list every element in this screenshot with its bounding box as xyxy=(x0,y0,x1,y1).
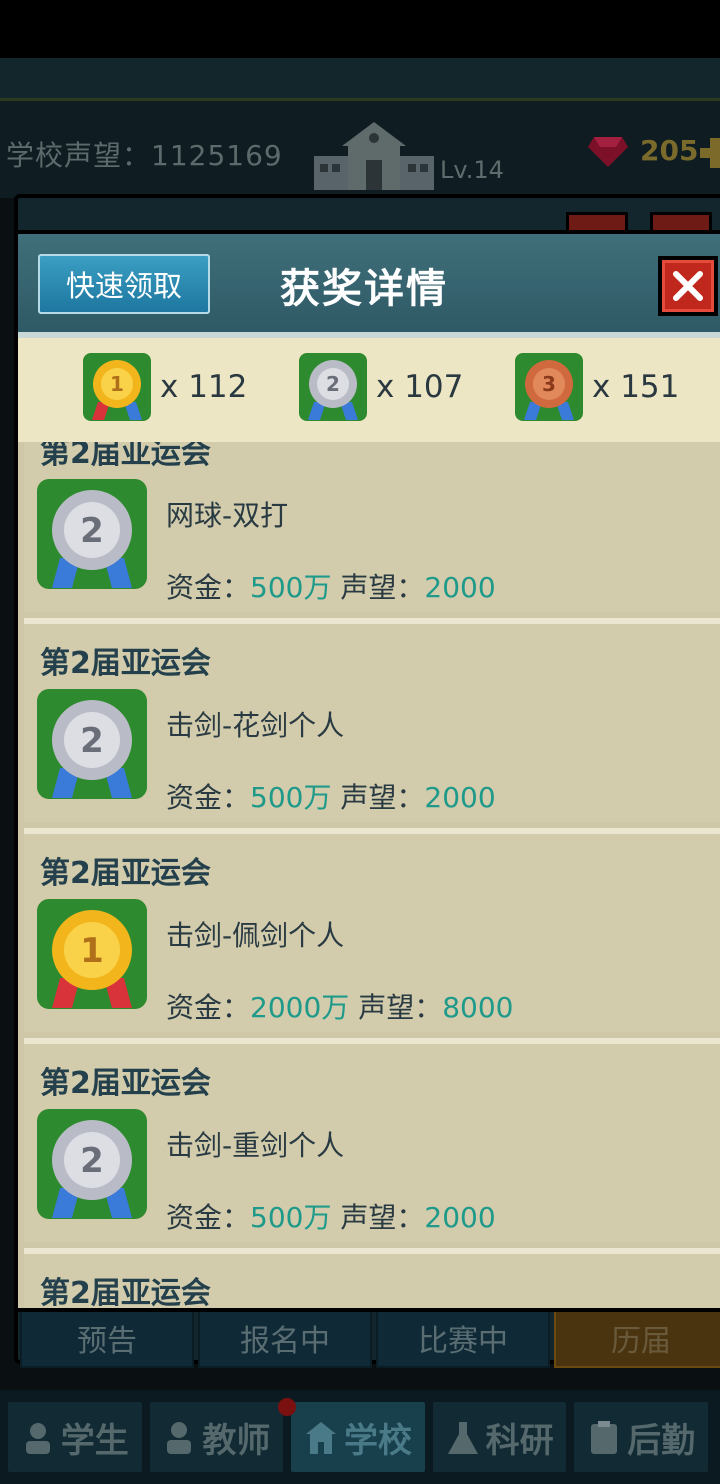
award-event: 第2届亚运会 xyxy=(40,1066,211,1101)
gold-medal-icon: 1 xyxy=(37,899,147,1009)
fund-label: 资金： xyxy=(166,1201,251,1234)
medal-rank-text: 1 xyxy=(80,931,104,971)
reputation-label: 声望： xyxy=(358,991,443,1024)
award-item: 第2届亚运会 2 网球-双打 资金：500万 声望：2000 xyxy=(24,442,720,612)
nav-logistics[interactable]: 后勤 xyxy=(572,1400,710,1474)
nav-students[interactable]: 学生 xyxy=(6,1400,144,1474)
tab-in-progress[interactable]: 比赛中 xyxy=(376,1308,550,1368)
award-sport: 击剑-重剑个人 xyxy=(166,1129,345,1162)
student-icon xyxy=(25,1423,50,1454)
teacher-icon xyxy=(167,1422,192,1454)
silver-summary: 2 x 107 xyxy=(298,352,463,422)
reputation-label: 声望： xyxy=(340,571,425,604)
silver-medal-icon: 2 xyxy=(37,689,147,799)
notification-dot xyxy=(278,1398,296,1416)
close-button[interactable] xyxy=(658,256,718,316)
fund-label: 资金： xyxy=(166,991,251,1024)
award-sport: 击剑-花剑个人 xyxy=(166,709,345,742)
award-event: 第2届亚运会 xyxy=(40,442,211,471)
school-reputation: 学校声望：1125169 xyxy=(6,139,283,172)
fund-label: 资金： xyxy=(166,571,251,604)
silver-medal-icon: 2 xyxy=(37,1109,147,1219)
bronze-summary: 3 x 151 xyxy=(514,352,679,422)
school-icon xyxy=(305,1422,336,1454)
nav-research[interactable]: 科研 xyxy=(430,1400,569,1474)
award-details-dialog: 快速领取 获奖详情 1 x 112 2 x 107 3 x 151 第2届亚运会… xyxy=(14,230,720,1312)
bronze-count: x 151 xyxy=(592,369,680,405)
medal-rank-text: 2 xyxy=(80,1141,104,1181)
award-item: 第2届亚运会 2 击剑-花剑个人 资金：500万 声望：2000 xyxy=(24,618,720,822)
status-bar xyxy=(0,0,720,58)
fund-value: 500万 xyxy=(250,571,332,604)
bottom-navigation: 学生 教师 学校 科研 后勤 xyxy=(0,1390,720,1484)
quick-claim-button[interactable]: 快速领取 xyxy=(38,254,210,314)
nav-label: 后勤 xyxy=(627,1420,696,1461)
award-event: 第2届亚运会 xyxy=(40,856,211,891)
fund-value: 500万 xyxy=(250,1201,332,1234)
tab-registering[interactable]: 报名中 xyxy=(198,1308,372,1368)
reputation-label: 声望： xyxy=(340,1201,425,1234)
competition-tabs: 预告 报名中 比赛中 历届 xyxy=(20,1308,720,1368)
award-reward: 资金：500万 声望：2000 xyxy=(166,566,496,606)
award-list[interactable]: 第2届亚运会 2 网球-双打 资金：500万 声望：2000 第2届亚运会 2 … xyxy=(24,442,720,1311)
reputation-value: 2000 xyxy=(424,1201,496,1234)
silver-medal-icon: 2 xyxy=(299,353,367,421)
medal-rank-text: 2 xyxy=(80,721,104,761)
award-item: 第2届亚运会 1 击剑-佩剑个人 资金：2000万 声望：8000 xyxy=(24,828,720,1032)
background-band xyxy=(0,58,720,98)
reputation-value: 8000 xyxy=(442,991,514,1024)
add-gems-icon[interactable] xyxy=(700,138,720,168)
award-sport: 网球-双打 xyxy=(166,499,289,532)
tab-history[interactable]: 历届 xyxy=(554,1308,720,1368)
award-item: 第2届亚运会 xyxy=(24,1248,720,1311)
reputation-value: 2000 xyxy=(424,781,496,814)
nav-label: 学校 xyxy=(343,1420,412,1461)
school-level: Lv.14 xyxy=(440,156,504,184)
game-screen: 学校声望：1125169 Lv.14 205 预告 报名中 比赛中 历届 学生 … xyxy=(0,0,720,1484)
award-item: 第2届亚运会 2 击剑-重剑个人 资金：500万 声望：2000 xyxy=(24,1038,720,1242)
fund-value: 2000万 xyxy=(250,991,350,1024)
award-reward: 资金：500万 声望：2000 xyxy=(166,776,496,816)
fund-label: 资金： xyxy=(166,781,251,814)
award-reward: 资金：500万 声望：2000 xyxy=(166,1196,496,1236)
nav-teachers[interactable]: 教师 xyxy=(147,1400,286,1474)
clipboard-icon xyxy=(591,1421,618,1454)
fund-value: 500万 xyxy=(250,781,332,814)
gold-medal-icon: 1 xyxy=(83,353,151,421)
award-event: 第2届亚运会 xyxy=(40,1276,211,1311)
gold-count: x 112 xyxy=(160,369,248,405)
dialog-title: 获奖详情 xyxy=(280,266,448,312)
reputation-label: 声望： xyxy=(340,781,425,814)
medal-rank-text: 2 xyxy=(80,511,104,551)
reputation-value: 2000 xyxy=(424,571,496,604)
nav-label: 教师 xyxy=(202,1420,271,1461)
dialog-header: 快速领取 获奖详情 xyxy=(18,234,720,338)
tab-preview[interactable]: 预告 xyxy=(20,1308,194,1368)
award-reward: 资金：2000万 声望：8000 xyxy=(166,986,513,1026)
close-icon xyxy=(673,271,703,301)
silver-count: x 107 xyxy=(376,369,464,405)
award-sport: 击剑-佩剑个人 xyxy=(166,919,345,952)
medal-summary: 1 x 112 2 x 107 3 x 151 xyxy=(18,338,720,442)
nav-label: 学生 xyxy=(60,1420,129,1461)
award-event: 第2届亚运会 xyxy=(40,646,211,681)
bronze-medal-icon: 3 xyxy=(515,353,583,421)
nav-school[interactable]: 学校 xyxy=(289,1400,427,1474)
flask-icon xyxy=(447,1422,478,1454)
silver-medal-icon: 2 xyxy=(37,479,147,589)
gold-summary: 1 x 112 xyxy=(82,352,247,422)
medal-rank-text: 3 xyxy=(542,372,556,396)
medal-rank-text: 1 xyxy=(110,372,124,396)
gem-count: 205 xyxy=(640,134,699,167)
gem-icon xyxy=(588,137,628,167)
school-building-icon xyxy=(314,122,434,190)
medal-rank-text: 2 xyxy=(326,372,340,396)
nav-label: 科研 xyxy=(485,1420,554,1461)
